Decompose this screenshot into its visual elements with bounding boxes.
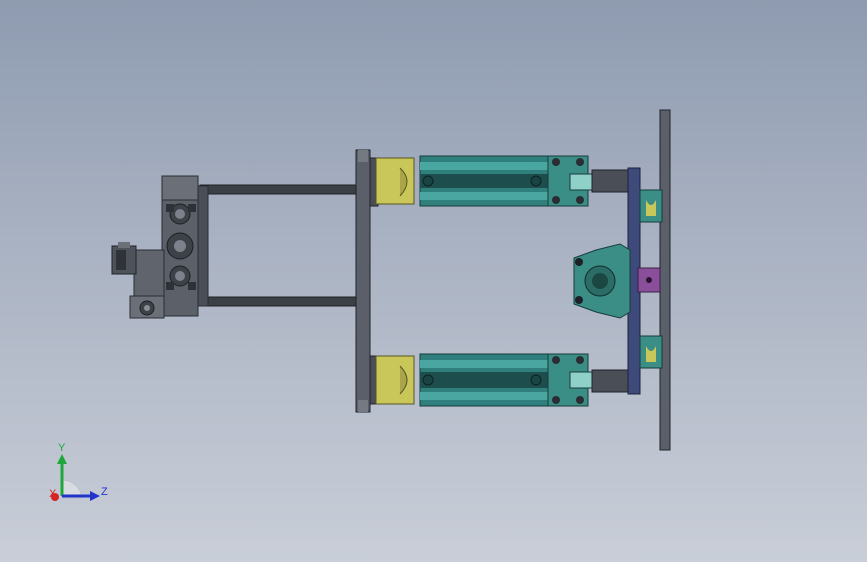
x-axis-label: X <box>49 488 57 500</box>
tie-rods[interactable] <box>199 184 361 307</box>
guide-rail[interactable] <box>637 109 671 451</box>
motor-block[interactable] <box>111 175 209 319</box>
cad-model[interactable] <box>0 0 867 562</box>
y-axis-label: Y <box>58 442 66 454</box>
upper-cylinder[interactable] <box>375 155 633 207</box>
lower-cylinder[interactable] <box>375 353 633 407</box>
z-axis-label: Z <box>101 486 108 498</box>
graphics-viewport[interactable]: Y X Z <box>0 0 867 562</box>
bearing-housing[interactable] <box>573 243 631 319</box>
mounting-plate[interactable] <box>355 149 379 413</box>
